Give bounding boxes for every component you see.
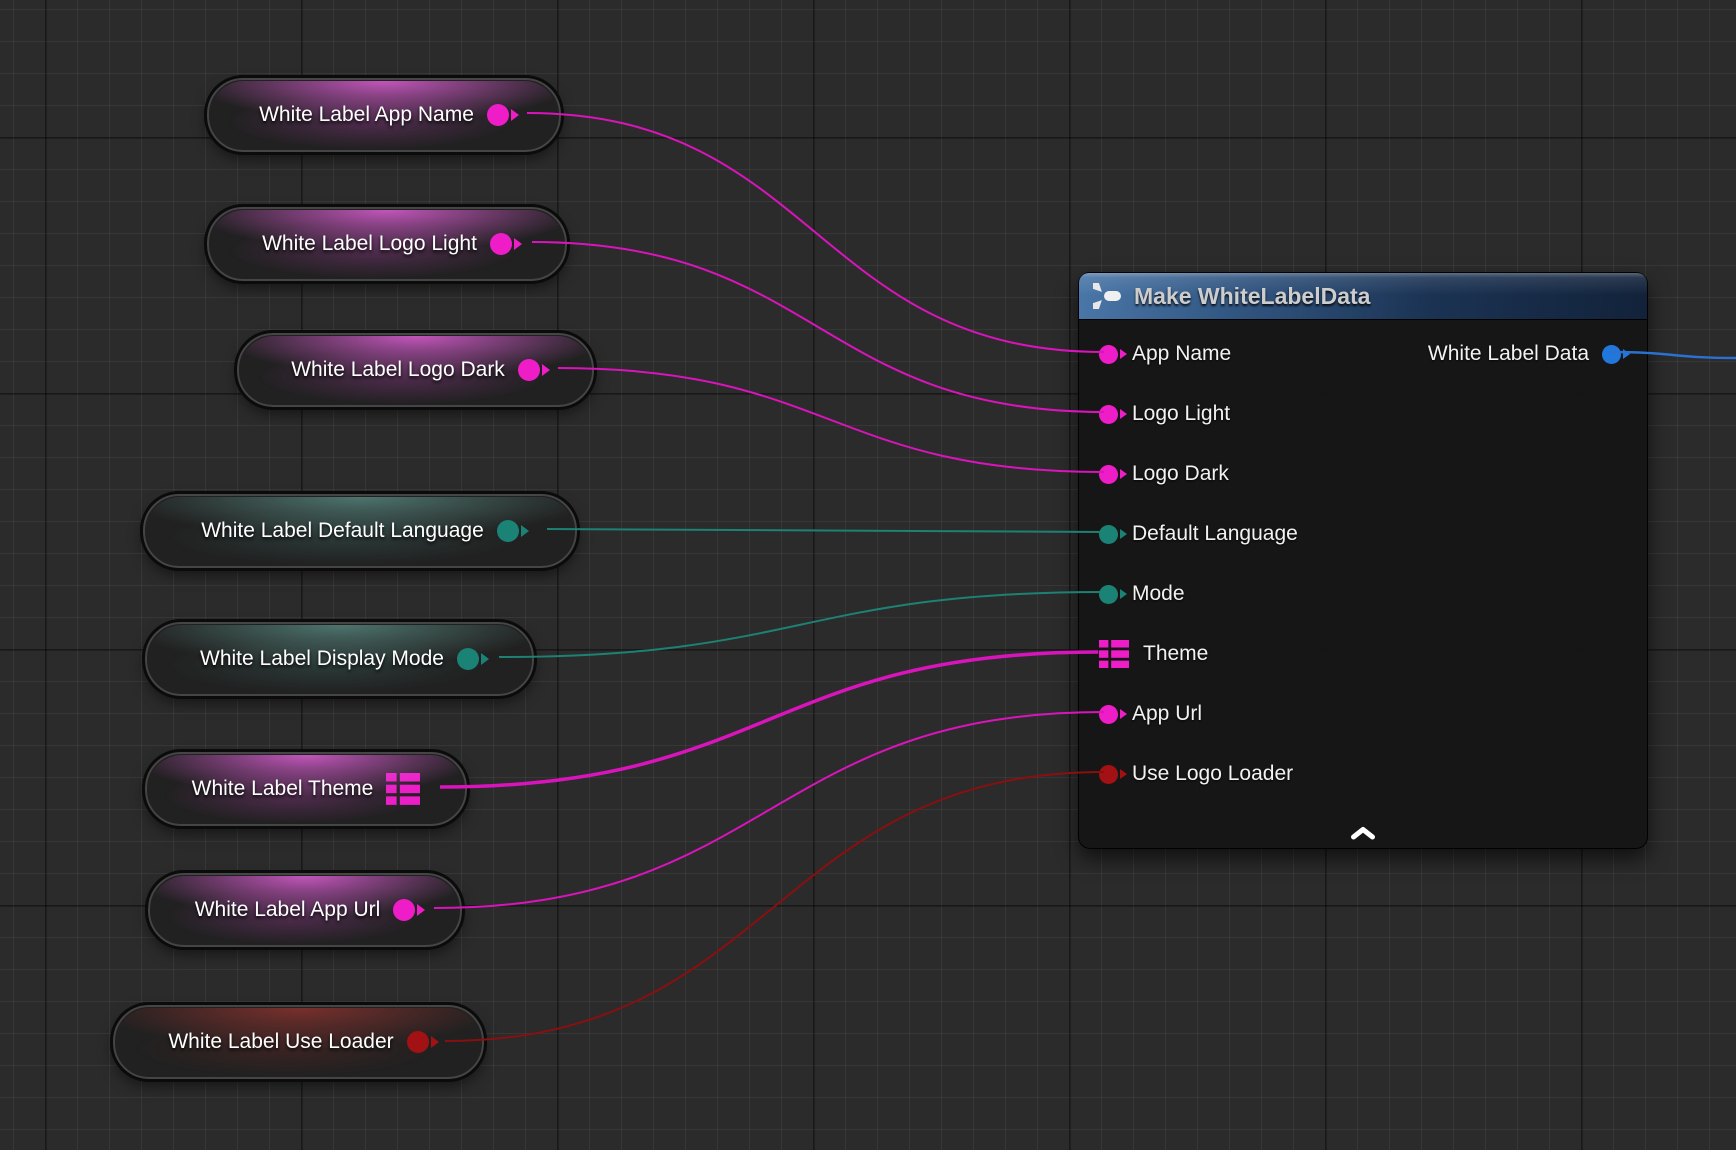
wire-app-url[interactable]: [434, 712, 1104, 908]
pin-row: Use Logo Loader: [1079, 744, 1647, 804]
variable-node-label: White Label Logo Dark: [291, 358, 505, 382]
pin-input-2[interactable]: [1099, 465, 1118, 484]
input-pin-label: Mode: [1132, 582, 1185, 606]
variable-node-white-label-theme[interactable]: White Label Theme: [145, 752, 467, 826]
variable-node-white-label-default-language[interactable]: White Label Default Language: [143, 494, 577, 568]
wire-theme[interactable]: [440, 652, 1098, 787]
pin-white-label-app-url-output[interactable]: [393, 899, 415, 921]
variable-node-white-label-logo-light[interactable]: White Label Logo Light: [207, 207, 567, 281]
make-whitelabeldata-node[interactable]: Make WhiteLabelData App Name White Label …: [1078, 272, 1648, 849]
pin-input-3[interactable]: [1099, 525, 1118, 544]
pin-input-6[interactable]: [1099, 705, 1118, 724]
variable-node-label: White Label Display Mode: [200, 647, 444, 671]
struct-pin-input-5[interactable]: [1099, 640, 1129, 668]
variable-node-white-label-logo-dark[interactable]: White Label Logo Dark: [237, 333, 594, 407]
pin-row: Mode: [1079, 564, 1647, 624]
variable-node-label: White Label Default Language: [201, 519, 484, 543]
input-pin-label: Use Logo Loader: [1132, 762, 1293, 786]
pin-white-label-default-language-output[interactable]: [497, 520, 519, 542]
pin-white-label-logo-dark-output[interactable]: [518, 359, 540, 381]
struct-pin-white-label-theme-output[interactable]: [386, 773, 420, 805]
variable-node-label: White Label Use Loader: [168, 1030, 393, 1054]
input-pin-label: App Url: [1132, 702, 1202, 726]
make-node-title: Make WhiteLabelData: [1134, 283, 1370, 310]
input-pin-label: Logo Dark: [1132, 462, 1229, 486]
pin-row: Theme: [1079, 624, 1647, 684]
pin-white-label-display-mode-output[interactable]: [457, 648, 479, 670]
pin-input-0[interactable]: [1099, 345, 1118, 364]
pin-row: Logo Light: [1079, 384, 1647, 444]
blueprint-graph-canvas[interactable]: White Label App Name White Label Logo Li…: [0, 0, 1736, 1150]
collapse-node-button[interactable]: [1079, 826, 1647, 840]
input-pin-label: Theme: [1143, 642, 1208, 666]
variable-node-label: White Label App Name: [259, 103, 474, 127]
wire-display-mode[interactable]: [499, 592, 1104, 657]
variable-node-white-label-app-url[interactable]: White Label App Url: [148, 873, 462, 947]
variable-node-label: White Label Logo Light: [262, 232, 477, 256]
wire-default-language[interactable]: [547, 529, 1104, 532]
variable-node-label: White Label App Url: [195, 898, 381, 922]
pin-row: App Url: [1079, 684, 1647, 744]
output-pin-label: White Label Data: [1428, 342, 1589, 366]
pin-row: App Name White Label Data: [1079, 324, 1647, 384]
input-pin-label: App Name: [1132, 342, 1231, 366]
make-struct-icon: [1093, 283, 1123, 309]
variable-node-label: White Label Theme: [192, 777, 374, 801]
pin-white-label-logo-light-output[interactable]: [490, 233, 512, 255]
pin-input-7[interactable]: [1099, 765, 1118, 784]
chevron-up-icon: [1350, 826, 1376, 840]
pin-row: Logo Dark: [1079, 444, 1647, 504]
make-node-header[interactable]: Make WhiteLabelData: [1079, 273, 1647, 320]
output-pin-group: White Label Data: [1428, 342, 1621, 366]
wire-logo-dark[interactable]: [558, 368, 1104, 472]
pin-row: Default Language: [1079, 504, 1647, 564]
pin-input-1[interactable]: [1099, 405, 1118, 424]
pin-white-label-use-loader-output[interactable]: [407, 1031, 429, 1053]
input-pin-label: Logo Light: [1132, 402, 1230, 426]
pin-output-0[interactable]: [1602, 345, 1621, 364]
wire-app-name[interactable]: [527, 113, 1104, 352]
pin-input-4[interactable]: [1099, 585, 1118, 604]
input-pin-label: Default Language: [1132, 522, 1298, 546]
variable-node-white-label-app-name[interactable]: White Label App Name: [207, 78, 561, 152]
wire-logo-light[interactable]: [532, 242, 1104, 412]
pin-white-label-app-name-output[interactable]: [487, 104, 509, 126]
wire-use-loader[interactable]: [445, 772, 1104, 1041]
variable-node-white-label-use-loader[interactable]: White Label Use Loader: [113, 1005, 484, 1079]
variable-node-white-label-display-mode[interactable]: White Label Display Mode: [145, 622, 534, 696]
make-node-pin-area: App Name White Label Data Logo Light Logo D…: [1079, 320, 1647, 804]
